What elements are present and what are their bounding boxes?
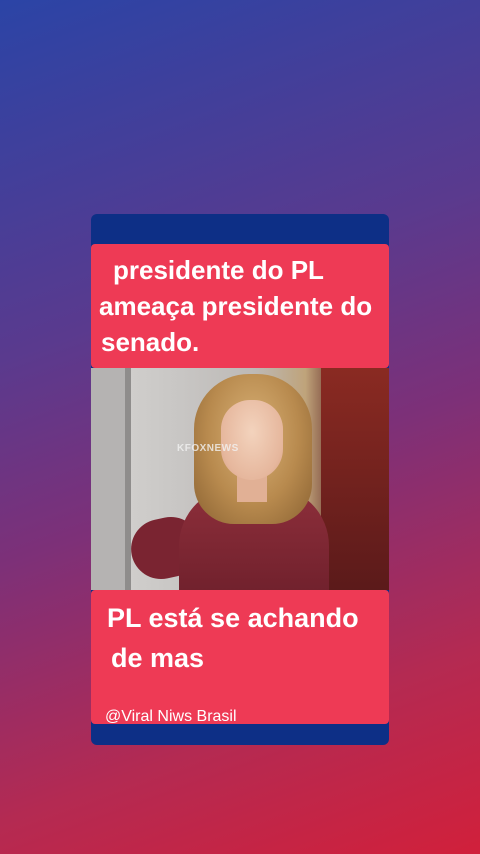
credit-text: @Viral Niws Brasil xyxy=(105,708,237,725)
caption-banner: PL está se achando de mas @Viral Niws Br… xyxy=(91,590,389,725)
headline-banner: presidente do PL ameaça presidente do se… xyxy=(91,244,389,368)
headline-line-3: senado. xyxy=(101,327,200,357)
studio-door xyxy=(321,368,389,590)
caption-line-1: PL está se achando xyxy=(107,603,359,633)
caption-line-2: de mas xyxy=(111,643,205,673)
studio-panel xyxy=(91,368,131,590)
post-card: presidente do PL ameaça presidente do se… xyxy=(91,214,389,745)
channel-watermark: KFOXNEWS xyxy=(177,443,239,454)
video-frame[interactable]: KFOXNEWS xyxy=(91,368,389,590)
presenter-face xyxy=(221,400,283,480)
headline-line-1: presidente do PL xyxy=(113,255,324,285)
headline-line-2: ameaça presidente do xyxy=(99,291,373,321)
